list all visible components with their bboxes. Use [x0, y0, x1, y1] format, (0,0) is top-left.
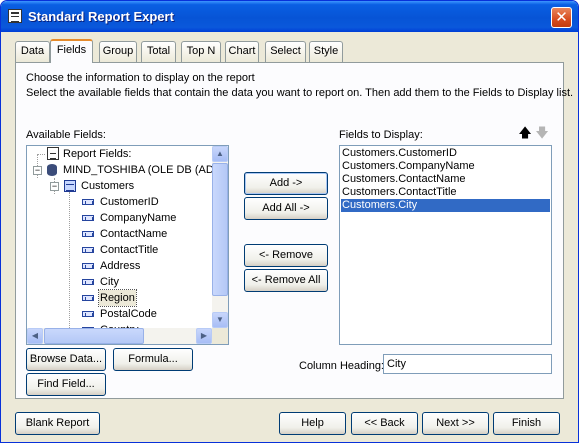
scroll-corner [212, 328, 228, 344]
column-heading-label: Column Heading: [299, 360, 384, 372]
move-down-icon[interactable]: 🡇 [534, 125, 550, 141]
list-item[interactable]: Customers.CompanyName [341, 160, 550, 173]
available-fields-tree[interactable]: Report Fields: − MIND_TOSHIBA (OLE DB (A… [26, 145, 229, 345]
field-icon [82, 263, 94, 269]
blank-report-button[interactable]: Blank Report [15, 412, 100, 435]
database-icon [47, 164, 57, 176]
report-expert-window: Standard Report Expert ✕ Data Fields Gro… [0, 0, 579, 443]
table-icon [64, 180, 76, 192]
scroll-thumb[interactable] [212, 163, 228, 296]
tab-fields[interactable]: Fields [50, 39, 93, 63]
instruction-line-2: Select the available fields that contain… [26, 87, 574, 99]
browse-data-button[interactable]: Browse Data... [26, 348, 106, 371]
tree-field-customerid[interactable]: CustomerID [27, 194, 215, 210]
available-fields-label: Available Fields: [26, 129, 106, 141]
tab-data[interactable]: Data [15, 41, 50, 62]
scroll-down-icon[interactable]: ▼ [212, 312, 228, 328]
tree-field-region[interactable]: Region [27, 289, 215, 307]
report-fields-icon [47, 147, 59, 160]
title-bar[interactable]: Standard Report Expert ✕ [1, 1, 578, 32]
window-title: Standard Report Expert [28, 9, 174, 24]
scroll-left-icon[interactable]: ◀ [27, 328, 43, 344]
list-item-selected[interactable]: Customers.City [341, 199, 550, 212]
tab-total[interactable]: Total [141, 41, 176, 62]
back-button[interactable]: << Back [351, 412, 418, 435]
field-icon [82, 231, 94, 237]
list-item[interactable]: Customers.CustomerID [341, 147, 550, 160]
fields-tab-panel: Choose the information to display on the… [15, 62, 573, 399]
find-field-button[interactable]: Find Field... [26, 373, 106, 396]
tree-horizontal-scrollbar[interactable]: ◀ ▶ [27, 328, 212, 344]
fields-to-display-list[interactable]: Customers.CustomerID Customers.CompanyNa… [339, 145, 552, 345]
tree-field-city[interactable]: City [27, 274, 215, 290]
list-item[interactable]: Customers.ContactTitle [341, 186, 550, 199]
tree-field-postalcode[interactable]: PostalCode [27, 306, 215, 322]
tab-group[interactable]: Group [99, 41, 137, 62]
tab-select[interactable]: Select [265, 41, 306, 62]
tree-field-companyname[interactable]: CompanyName [27, 210, 215, 226]
field-icon [82, 215, 94, 221]
scroll-right-icon[interactable]: ▶ [196, 328, 212, 344]
remove-all-button[interactable]: <- Remove All [244, 269, 328, 292]
field-icon [82, 199, 94, 205]
scroll-up-icon[interactable]: ▲ [212, 146, 228, 162]
tree-vertical-scrollbar[interactable]: ▲ ▼ [212, 146, 228, 328]
add-all-button[interactable]: Add All -> [244, 197, 328, 220]
next-button[interactable]: Next >> [422, 412, 489, 435]
column-heading-input[interactable]: City [383, 354, 552, 374]
field-icon [82, 247, 94, 253]
scroll-thumb[interactable] [44, 328, 144, 344]
tab-style[interactable]: Style [309, 41, 343, 62]
tree-field-contactname[interactable]: ContactName [27, 226, 215, 242]
field-icon [82, 311, 94, 317]
field-icon [82, 279, 94, 285]
tree-field-address[interactable]: Address [27, 258, 215, 274]
instruction-line-1: Choose the information to display on the… [26, 72, 255, 84]
collapse-icon[interactable]: − [50, 182, 59, 191]
tree-field-contacttitle[interactable]: ContactTitle [27, 242, 215, 258]
remove-button[interactable]: <- Remove [244, 244, 328, 267]
field-icon [82, 295, 94, 301]
app-icon [8, 9, 22, 23]
move-up-icon[interactable]: 🡅 [517, 125, 533, 141]
tab-chart[interactable]: Chart [225, 41, 259, 62]
add-button[interactable]: Add -> [244, 172, 328, 195]
tab-top-n[interactable]: Top N [181, 41, 221, 62]
close-button[interactable]: ✕ [551, 7, 572, 28]
collapse-icon[interactable]: − [33, 166, 42, 175]
list-item[interactable]: Customers.ContactName [341, 173, 550, 186]
help-button[interactable]: Help [279, 412, 346, 435]
tree-node-connection[interactable]: − MIND_TOSHIBA (OLE DB (ADO [27, 162, 227, 178]
fields-to-display-label: Fields to Display: [339, 129, 423, 141]
finish-button[interactable]: Finish [493, 412, 560, 435]
formula-button[interactable]: Formula... [113, 348, 193, 371]
tree-node-customers[interactable]: − Customers [27, 178, 227, 194]
tree-node-report-fields[interactable]: Report Fields: [27, 146, 227, 162]
